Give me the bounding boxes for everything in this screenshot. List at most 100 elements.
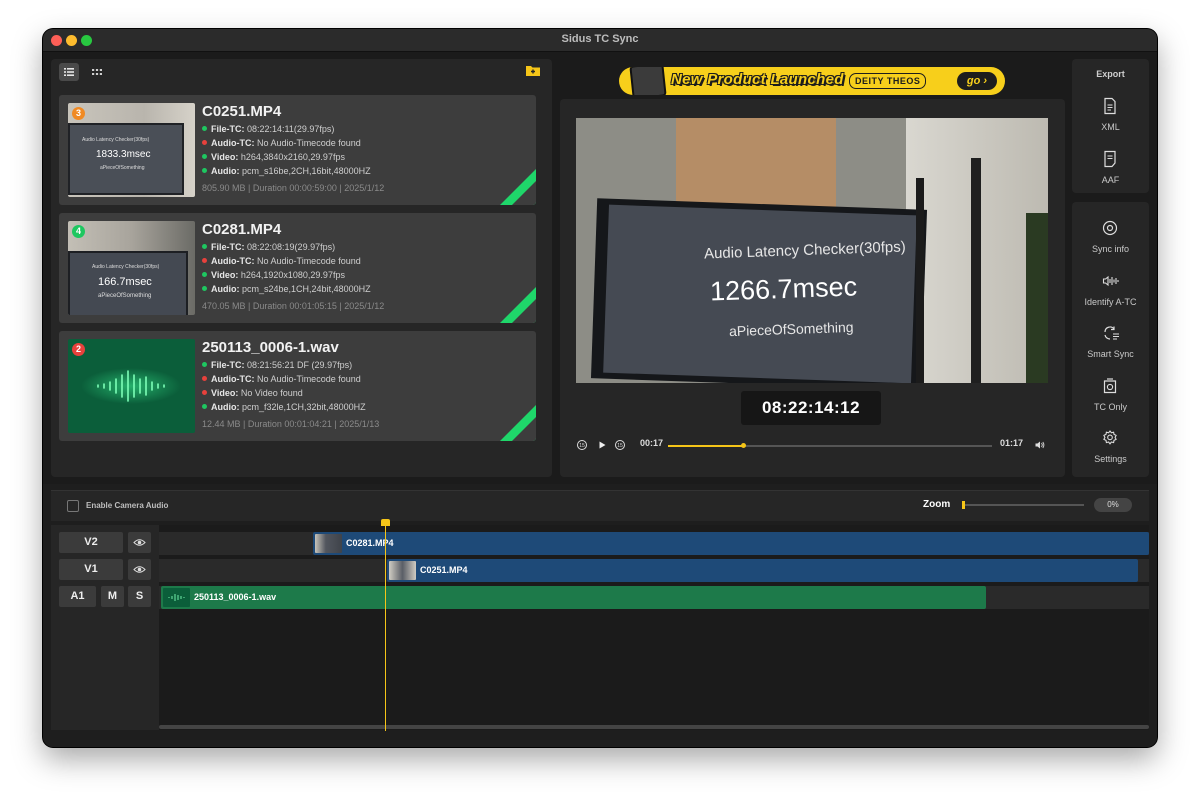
clip-name: 250113_0006-1.wav [194, 592, 277, 602]
banner-headline: New Product Launched [671, 71, 844, 88]
timeline-scrollbar[interactable] [159, 725, 1149, 729]
video-latency-value: 1266.7msec [709, 271, 858, 307]
zoom-slider[interactable] [962, 501, 1084, 509]
timeline-clip-a1[interactable]: 250113_0006-1.wav [161, 586, 986, 609]
audio-waveform-icon [81, 368, 181, 404]
playhead-handle[interactable] [381, 519, 390, 526]
enable-camera-audio-label: Enable Camera Audio [86, 501, 169, 510]
clip-name: C0281.MP4 [346, 538, 394, 548]
track-a1-mute-button[interactable]: M [101, 586, 124, 607]
current-time: 00:17 [640, 438, 664, 448]
video-row: Video: No Video found [202, 388, 303, 398]
video-row: Video: h264,1920x1080,29.97fps [202, 270, 345, 280]
export-xml-button[interactable]: XML [1072, 97, 1149, 141]
export-xml-label: XML [1101, 122, 1120, 132]
xml-file-icon [1104, 97, 1116, 115]
sync-info-button[interactable]: Sync info [1072, 219, 1149, 263]
media-card[interactable]: 2 250113_0006-1.wav File-TC: 08:21:56:21… [59, 331, 536, 441]
preview-panel: Audio Latency Checker(30fps) 1266.7msec … [560, 99, 1065, 477]
timeline-clip-v2[interactable]: C0281.MP4 [313, 532, 1149, 555]
media-badge: 3 [72, 107, 85, 120]
title-bar: Sidus TC Sync [43, 29, 1157, 52]
smart-sync-icon [1104, 326, 1119, 340]
svg-text:15: 15 [617, 443, 623, 449]
forward-15-button[interactable]: 15 [614, 438, 626, 450]
sync-info-label: Sync info [1091, 244, 1130, 254]
media-thumbnail: 2 [68, 339, 195, 433]
timecode-display: 08:22:14:12 [741, 391, 881, 425]
tools-panel: Sync info Identify A-TC Smart Sync TC On… [1072, 202, 1149, 477]
media-card[interactable]: Audio Latency Checker(30fps) 1833.3msec … [59, 95, 536, 205]
zoom-label: Zoom [923, 499, 951, 510]
clip-thumbnail [389, 561, 416, 580]
grid-view-icon [92, 69, 102, 75]
audio-tc-row: Audio-TC: No Audio-Timecode found [202, 138, 361, 148]
track-v1-visibility-button[interactable] [128, 559, 151, 580]
media-list-panel: Audio Latency Checker(30fps) 1833.3msec … [51, 59, 552, 477]
add-folder-button[interactable] [525, 64, 541, 77]
smart-sync-button[interactable]: Smart Sync [1072, 324, 1149, 368]
timeline-tracks-area[interactable]: C0281.MP4 C0251.MP4 250113_0006-1.wav [159, 525, 1149, 730]
list-view-button[interactable] [59, 63, 79, 81]
media-badge: 2 [72, 343, 85, 356]
media-footer: 470.05 MB | Duration 00:01:05:15 | 2025/… [202, 301, 385, 311]
zoom-knob[interactable] [962, 501, 965, 509]
timeline-toolbar: Enable Camera Audio Zoom 0% [51, 490, 1149, 521]
media-footer: 12.44 MB | Duration 00:01:04:21 | 2025/1… [202, 419, 380, 429]
thumbnail-caption: aPieceOfSomething [98, 293, 152, 299]
end-time: 01:17 [1000, 438, 1024, 448]
track-v1-label[interactable]: V1 [59, 559, 123, 580]
audio-row: Audio: pcm_f32le,1CH,32bit,48000HZ [202, 402, 366, 412]
zoom-value: 0% [1094, 498, 1132, 512]
clip-thumbnail [163, 588, 190, 607]
window-title: Sidus TC Sync [561, 33, 639, 45]
forward-icon: 15 [615, 440, 625, 450]
media-badge: 4 [72, 225, 85, 238]
product-box-icon [629, 67, 667, 95]
lane-a1: 250113_0006-1.wav [159, 586, 1149, 609]
timeline-playhead[interactable] [385, 521, 386, 731]
volume-button[interactable] [1034, 438, 1046, 450]
media-card[interactable]: Audio Latency Checker(30fps) 166.7msec a… [59, 213, 536, 323]
lane-v1: C0251.MP4 [159, 559, 1149, 582]
settings-button[interactable]: Settings [1072, 429, 1149, 473]
track-headers: V2 V1 A1 M S [51, 525, 160, 730]
clip-name: C0251.MP4 [420, 565, 468, 575]
thumbnail-caption: Audio Latency Checker(30fps) [92, 264, 160, 270]
clip-thumbnail [315, 534, 342, 553]
media-title: C0281.MP4 [202, 221, 282, 238]
play-button[interactable] [596, 438, 608, 450]
media-title: 250113_0006-1.wav [202, 339, 339, 356]
add-folder-icon [526, 66, 540, 76]
export-aaf-button[interactable]: AAF [1072, 150, 1149, 194]
identify-atc-button[interactable]: Identify A-TC [1072, 272, 1149, 316]
aaf-file-icon [1104, 150, 1116, 168]
tc-only-button[interactable]: TC Only [1072, 377, 1149, 421]
video-preview[interactable]: Audio Latency Checker(30fps) 1266.7msec … [576, 118, 1048, 383]
track-a1-solo-button[interactable]: S [128, 586, 151, 607]
scrubber-knob[interactable] [740, 443, 746, 448]
gear-icon [1103, 430, 1117, 445]
media-title: C0251.MP4 [202, 103, 282, 120]
promo-banner[interactable]: New Product Launched DEITY THEOS go › [619, 67, 1005, 95]
settings-label: Settings [1094, 454, 1127, 464]
audio-waveform-icon [168, 594, 185, 601]
track-a1-label[interactable]: A1 [59, 586, 96, 607]
thumbnail-caption: aPieceOfSomething [100, 165, 145, 171]
smart-sync-label: Smart Sync [1087, 349, 1134, 359]
export-panel: Export XML AAF [1072, 59, 1149, 193]
playback-scrubber[interactable] [668, 443, 992, 448]
timeline-clip-v1[interactable]: C0251.MP4 [387, 559, 1138, 582]
export-aaf-label: AAF [1101, 175, 1120, 185]
audio-tc-row: Audio-TC: No Audio-Timecode found [202, 374, 361, 384]
grid-view-button[interactable] [87, 63, 107, 81]
track-v2-visibility-button[interactable] [128, 532, 151, 553]
scrubber-progress [668, 445, 743, 447]
track-v2-label[interactable]: V2 [59, 532, 123, 553]
enable-camera-audio-checkbox[interactable] [67, 500, 79, 512]
audio-row: Audio: pcm_s16be,2CH,16bit,48000HZ [202, 166, 371, 176]
banner-go-button[interactable]: go › [957, 72, 997, 90]
media-thumbnail: Audio Latency Checker(30fps) 166.7msec a… [68, 221, 195, 315]
rewind-15-button[interactable]: 15 [576, 438, 588, 450]
identify-atc-icon [1102, 275, 1119, 287]
